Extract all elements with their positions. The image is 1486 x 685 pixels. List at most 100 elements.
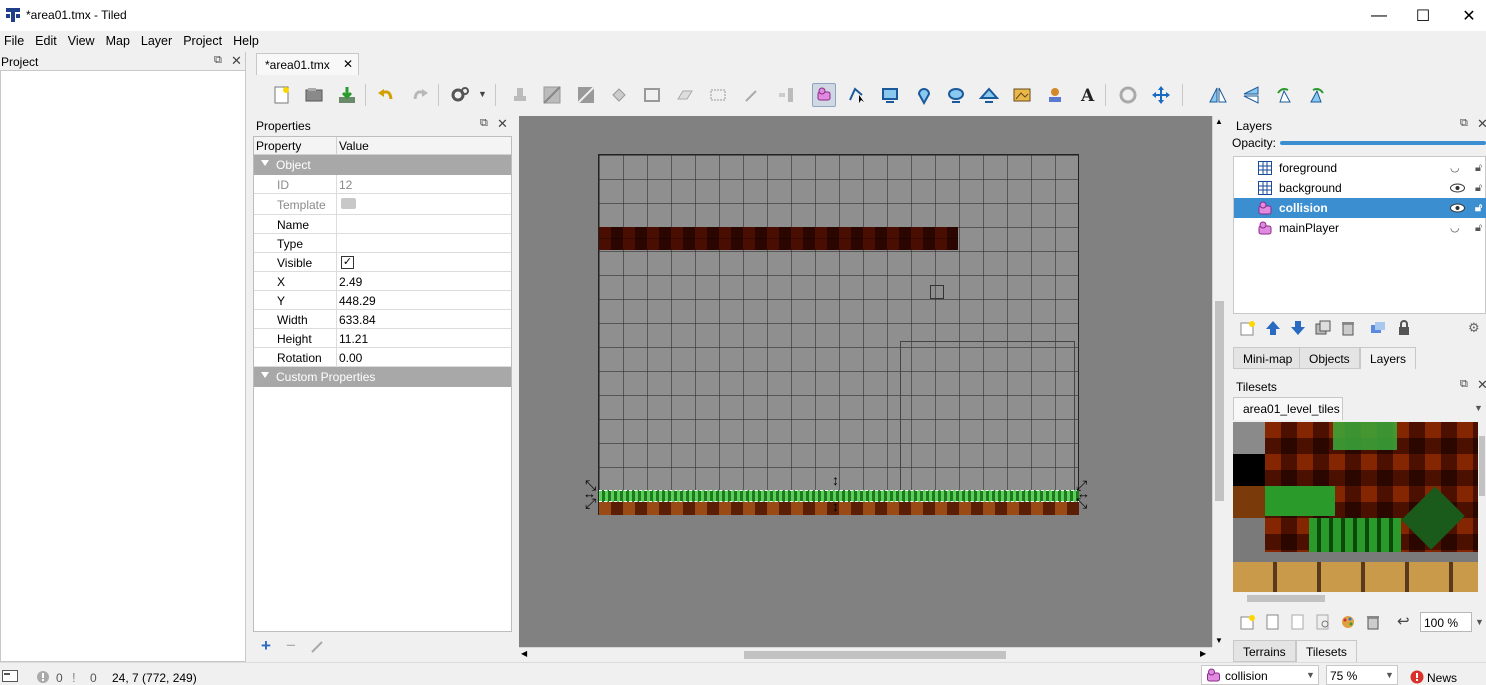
new-tileset-icon[interactable] [1240, 614, 1256, 630]
tileset-scroll-thumb[interactable] [1247, 595, 1325, 602]
layers-menu-icon[interactable]: ⚙ [1468, 320, 1480, 336]
rotate-right-icon[interactable] [1305, 83, 1329, 107]
menu-edit[interactable]: Edit [31, 31, 64, 51]
close-panel-icon[interactable]: ✕ [1477, 377, 1486, 393]
lock-icon[interactable]: 🔓︎ [1475, 222, 1482, 235]
redo-icon[interactable] [408, 83, 432, 107]
horizontal-scrollbar[interactable]: ◀ ▶ [519, 647, 1212, 662]
resize-handle-right-icon[interactable]: ↔ [1077, 486, 1090, 501]
edit-polygons-icon[interactable] [845, 83, 869, 107]
property-row-template[interactable]: Template [254, 194, 511, 215]
tileset-tab[interactable]: area01_level_tiles [1233, 397, 1343, 420]
undo-icon[interactable] [374, 83, 398, 107]
rectangular-select-icon[interactable] [706, 83, 730, 107]
insert-polygon-icon[interactable] [977, 83, 1001, 107]
tileset-zoom-field[interactable]: 100 % [1420, 612, 1472, 632]
collapse-arrow-icon[interactable] [261, 372, 269, 378]
commands-dropdown-icon[interactable]: ▼ [478, 89, 487, 99]
close-tab-icon[interactable]: ✕ [343, 57, 353, 71]
embed-tileset-icon[interactable] [1265, 614, 1281, 630]
vertical-scroll-thumb[interactable] [1215, 301, 1224, 501]
insert-tile-icon[interactable] [1010, 83, 1034, 107]
property-row-id[interactable]: ID 12 [254, 175, 511, 194]
wang-brush-icon[interactable] [574, 83, 598, 107]
raise-layer-icon[interactable] [1265, 320, 1281, 336]
lock-icon[interactable]: 🔓︎ [1475, 182, 1482, 195]
layer-row-background[interactable]: background 🔓︎ [1234, 178, 1486, 198]
opacity-slider[interactable] [1280, 141, 1486, 145]
insert-rectangle-icon[interactable] [878, 83, 902, 107]
dynamic-wrapping-icon[interactable]: ↩ [1397, 612, 1410, 630]
property-row-visible[interactable]: Visible ✓ [254, 253, 511, 272]
tab-layers[interactable]: Layers [1360, 347, 1417, 369]
world-tool-icon[interactable] [1116, 83, 1140, 107]
flip-horizontal-icon[interactable] [1206, 83, 1230, 107]
export-tileset-icon[interactable] [1290, 614, 1306, 630]
hidden-eye-icon[interactable]: ◡ [1450, 221, 1460, 234]
property-row-name[interactable]: Name [254, 215, 511, 234]
lower-layer-icon[interactable] [1290, 320, 1306, 336]
close-button[interactable]: ✕ [1446, 0, 1486, 31]
property-row-y[interactable]: Y 448.29 [254, 291, 511, 310]
lock-icon[interactable]: 🔓︎ [1475, 202, 1482, 215]
delete-layer-icon[interactable] [1340, 320, 1356, 336]
layer-dropdown-icon[interactable]: ▼ [1306, 670, 1315, 680]
layer-row-foreground[interactable]: foreground ◡ 🔓︎ [1234, 158, 1486, 178]
group-object[interactable]: Object [254, 155, 511, 175]
horizontal-scroll-thumb[interactable] [744, 651, 1006, 659]
property-row-width[interactable]: Width 633.84 [254, 310, 511, 329]
duplicate-layer-icon[interactable] [1315, 320, 1331, 336]
column-header-property[interactable]: Property [256, 139, 301, 153]
tab-objects[interactable]: Objects [1299, 347, 1360, 369]
menu-file[interactable]: File [0, 31, 31, 51]
float-panel-icon[interactable]: ⧉ [214, 54, 222, 67]
remove-tileset-icon[interactable] [1365, 614, 1381, 630]
stamp-brush-icon[interactable] [508, 83, 532, 107]
news-alert-icon[interactable] [1410, 670, 1424, 684]
menu-layer[interactable]: Layer [137, 31, 179, 51]
insert-point-icon[interactable] [912, 83, 936, 107]
commands-icon[interactable] [448, 83, 472, 107]
property-row-type[interactable]: Type [254, 234, 511, 253]
float-panel-icon[interactable]: ⧉ [480, 117, 488, 130]
shape-fill-icon[interactable] [640, 83, 664, 107]
select-same-tile-icon[interactable] [774, 83, 798, 107]
tab-terrains[interactable]: Terrains [1233, 640, 1296, 662]
visible-checkbox[interactable]: ✓ [341, 256, 354, 269]
menu-help[interactable]: Help [229, 31, 266, 51]
menu-map[interactable]: Map [102, 31, 137, 51]
flip-vertical-icon[interactable] [1239, 83, 1263, 107]
select-objects-icon[interactable] [812, 83, 836, 107]
property-row-x[interactable]: X 2.49 [254, 272, 511, 291]
vertical-scrollbar[interactable]: ▲ ▼ [1212, 116, 1226, 647]
new-map-icon[interactable] [270, 83, 294, 107]
project-tree[interactable] [0, 70, 246, 662]
new-layer-icon[interactable] [1240, 320, 1256, 336]
tab-tilesets[interactable]: Tilesets [1296, 640, 1357, 662]
resize-handle-left-icon[interactable]: ↔ [583, 486, 596, 501]
layers-list[interactable]: foreground ◡ 🔓︎ background 🔓︎ collision … [1233, 156, 1486, 314]
float-panel-icon[interactable]: ⧉ [1460, 117, 1468, 130]
rotate-left-icon[interactable] [1272, 83, 1296, 107]
tileset-vertical-scrollbar[interactable] [1478, 422, 1486, 606]
open-file-icon[interactable] [302, 83, 326, 107]
terrain-brush-icon[interactable] [540, 83, 564, 107]
remove-property-button[interactable]: − [286, 636, 296, 656]
map-object-rectangle[interactable] [900, 341, 1075, 493]
menu-project[interactable]: Project [179, 31, 229, 51]
hidden-eye-icon[interactable]: ◡ [1450, 161, 1460, 174]
scroll-down-icon[interactable]: ▼ [1215, 636, 1223, 645]
float-panel-icon[interactable]: ⧉ [1460, 378, 1468, 391]
property-row-rotation[interactable]: Rotation 0.00 [254, 348, 511, 367]
scroll-up-icon[interactable]: ▲ [1215, 117, 1223, 126]
error-icon[interactable] [36, 670, 50, 684]
map-object-marker[interactable] [930, 285, 944, 299]
rename-property-icon[interactable] [310, 640, 324, 654]
insert-text-icon[interactable]: A [1076, 83, 1100, 107]
layer-row-mainplayer[interactable]: mainPlayer ◡ 🔓︎ [1234, 218, 1486, 238]
close-panel-icon[interactable]: ✕ [231, 53, 242, 69]
scroll-right-icon[interactable]: ▶ [1200, 649, 1206, 658]
column-header-value[interactable]: Value [339, 139, 369, 153]
properties-table[interactable]: Property Value Object ID 12 Template Nam… [253, 136, 512, 632]
layer-selector[interactable]: collision ▼ [1201, 665, 1319, 685]
